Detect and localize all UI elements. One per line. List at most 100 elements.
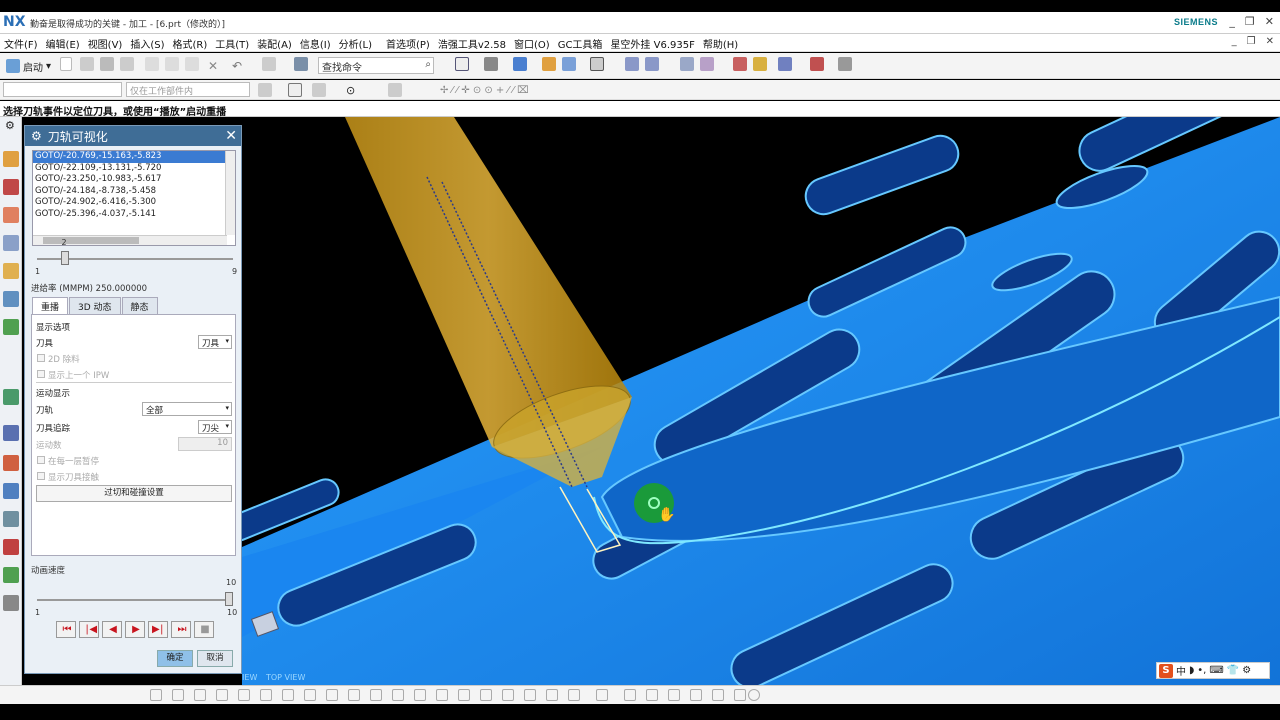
edit-icon[interactable]: [524, 689, 536, 701]
play-reverse-button[interactable]: ◀: [102, 621, 122, 638]
orient-view-icon[interactable]: [484, 57, 498, 71]
solid-icon[interactable]: [480, 689, 492, 701]
ime-skin-icon[interactable]: 👕: [1227, 665, 1239, 676]
select-tool-icon[interactable]: [150, 689, 162, 701]
copy-icon[interactable]: [165, 57, 179, 71]
history-icon[interactable]: [3, 425, 19, 441]
menu-item-preferences[interactable]: 首选项(P): [386, 36, 430, 51]
go-to-start-button[interactable]: ⏮: [56, 621, 76, 638]
eraser-icon[interactable]: [414, 689, 426, 701]
link-icon[interactable]: [392, 689, 404, 701]
select-filter-icon[interactable]: [288, 83, 302, 97]
industrial-electrical-icon[interactable]: [3, 567, 19, 583]
rectangle-select-icon[interactable]: [568, 689, 580, 701]
lasso-select-icon[interactable]: [596, 689, 608, 701]
checkbox-2d-material[interactable]: [37, 354, 45, 362]
visualization-icon[interactable]: [3, 539, 19, 555]
roles-icon[interactable]: [3, 291, 19, 307]
point-constructor-icon[interactable]: [810, 57, 824, 71]
type-filter-dropdown[interactable]: [3, 82, 122, 97]
list-item[interactable]: GOTO/-20.769,-15.163,-5.823: [33, 151, 235, 163]
manufacturing-wizards-icon[interactable]: [3, 511, 19, 527]
target-icon[interactable]: [646, 689, 658, 701]
ime-language-toggle[interactable]: 中: [1176, 663, 1186, 678]
transform-icon[interactable]: [172, 689, 184, 701]
part-and-toolpath-canvas[interactable]: ✋: [242, 117, 1280, 685]
cancel-button[interactable]: 取消: [197, 650, 233, 667]
gear-icon[interactable]: ⚙: [31, 129, 42, 143]
background-icon[interactable]: [590, 57, 604, 71]
circle-tool-icon[interactable]: [748, 689, 760, 701]
menu-item-edit[interactable]: 编辑(E): [46, 36, 80, 51]
minimize-button[interactable]: _: [1229, 15, 1235, 28]
reuse-library-icon[interactable]: [3, 263, 19, 279]
frame-icon[interactable]: [668, 689, 680, 701]
tab-static[interactable]: 静态: [121, 297, 158, 314]
start-button[interactable]: 启动 ▾: [6, 57, 51, 75]
assembly-navigator-icon[interactable]: [680, 57, 694, 71]
measure-icon[interactable]: [753, 57, 767, 71]
move-icon[interactable]: [260, 689, 272, 701]
capture-icon[interactable]: [502, 689, 514, 701]
menu-item-view[interactable]: 视图(V): [88, 36, 123, 51]
play-button[interactable]: ▶: [125, 621, 145, 638]
resource-settings-icon[interactable]: ⚙: [5, 119, 15, 132]
dialog-close-icon[interactable]: ✕: [225, 128, 237, 144]
toolpath-display-dropdown[interactable]: 全部 ▾: [142, 402, 232, 416]
doc-minimize-button[interactable]: _: [1232, 36, 1237, 47]
paste-icon[interactable]: [185, 57, 199, 71]
close-button[interactable]: ✕: [1265, 15, 1274, 28]
motion-count-input[interactable]: 10: [178, 437, 232, 451]
snap-points-icon[interactable]: ✢ ⁄ ⁄ ✛ ⊙ ⊙ + ⁄ ⁄ ⌧: [440, 81, 529, 99]
gouge-collision-settings-button[interactable]: 过切和碰撞设置: [36, 485, 232, 502]
step-back-button[interactable]: ❘◀: [79, 621, 99, 638]
checkbox-pause-each-layer[interactable]: [37, 456, 45, 464]
doc-close-button[interactable]: ✕: [1266, 36, 1274, 47]
dialog-titlebar[interactable]: ⚙ 刀轨可视化 ✕: [25, 126, 241, 146]
process-studio-icon[interactable]: [3, 483, 19, 499]
arrow-left-icon[interactable]: [216, 689, 228, 701]
copy-object-icon[interactable]: [194, 689, 206, 701]
list-item[interactable]: GOTO/-22.109,-13.131,-5.720: [33, 163, 235, 175]
menu-item-window[interactable]: 窗口(O): [514, 36, 550, 51]
animation-speed-track[interactable]: [37, 599, 233, 601]
pin-icon[interactable]: [370, 689, 382, 701]
list-item[interactable]: GOTO/-24.902,-6.416,-5.300: [33, 197, 235, 209]
go-to-end-button[interactable]: ⏭: [171, 621, 191, 638]
list-item[interactable]: GOTO/-23.250,-10.983,-5.617: [33, 174, 235, 186]
rotate-icon[interactable]: [282, 689, 294, 701]
doc-restore-button[interactable]: ❐: [1247, 36, 1256, 47]
ime-moon-icon[interactable]: ◗: [1189, 665, 1194, 676]
grid-icon[interactable]: [436, 689, 448, 701]
position-slider-thumb[interactable]: [60, 251, 69, 265]
ime-keyboard-icon[interactable]: ⌨: [1209, 665, 1223, 676]
print-icon[interactable]: [120, 57, 134, 71]
selection-scope-dropdown[interactable]: 仅在工作部件内: [126, 82, 250, 97]
snap-icon[interactable]: [304, 689, 316, 701]
menu-item-haoqiang-tools[interactable]: 浩强工具v2.58: [438, 36, 506, 51]
list-item[interactable]: GOTO/-25.396,-4.037,-5.141: [33, 209, 235, 221]
restore-button[interactable]: ❐: [1245, 15, 1255, 28]
list-item[interactable]: GOTO/-24.184,-8.738,-5.458: [33, 186, 235, 198]
menu-item-format[interactable]: 格式(R): [173, 36, 208, 51]
render-style-icon[interactable]: [513, 57, 527, 71]
ime-settings-icon[interactable]: ⚙: [1242, 665, 1251, 676]
checkbox-show-tool-contact[interactable]: [37, 472, 45, 480]
part-navigator-icon[interactable]: [3, 207, 19, 223]
tab-3d-dynamic[interactable]: 3D 动态: [69, 297, 121, 314]
delete-icon[interactable]: ✕: [208, 57, 218, 75]
machine-tool-icon[interactable]: [3, 179, 19, 195]
command-finder-input[interactable]: 查找命令 ⌕: [318, 57, 434, 74]
menu-item-analysis[interactable]: 分析(L): [339, 36, 372, 51]
list-vertical-scrollbar[interactable]: [225, 151, 235, 235]
flag-icon[interactable]: [712, 689, 724, 701]
snap-point-icon[interactable]: [733, 57, 747, 71]
expand-icon[interactable]: [546, 689, 558, 701]
open-file-icon[interactable]: [80, 57, 94, 71]
tool-trace-dropdown[interactable]: 刀尖 ▾: [198, 420, 232, 434]
selection-filter-icon[interactable]: [700, 57, 714, 71]
animation-speed-thumb[interactable]: [225, 592, 233, 606]
toolpath-icon[interactable]: [3, 235, 19, 251]
fit-view-icon[interactable]: [455, 57, 469, 71]
repeat-command-icon[interactable]: [262, 57, 276, 71]
